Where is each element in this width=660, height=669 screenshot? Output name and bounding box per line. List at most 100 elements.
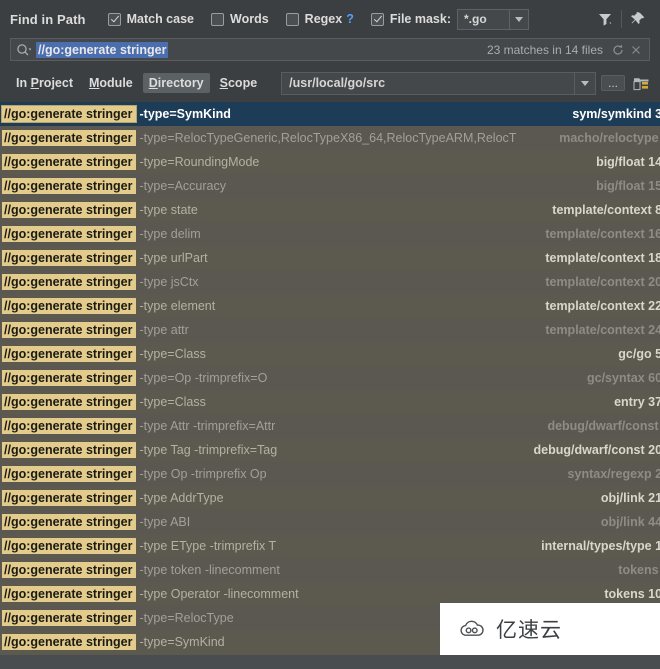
table-row[interactable]: //go:generate stringer -type jsCtx templat… [0,270,660,294]
directory-path-value[interactable]: /usr/local/go/src [281,71,574,95]
match-line-text: -type=RoundingMode [139,155,260,169]
table-row[interactable]: //go:generate stringer -type element templ… [0,294,660,318]
table-row[interactable]: //go:generate stringer -type state templat… [0,198,660,222]
match-highlight: //go:generate stringer [2,466,136,482]
table-row[interactable]: //go:generate stringer -type=RoundingMode… [0,150,660,174]
table-row[interactable]: //go:generate stringer -type=Op -trimpref… [0,366,660,390]
match-line-text: -type=RelocTypeGeneric,RelocTypeX86_64,R… [139,131,517,145]
folder-tree-icon [633,77,648,90]
table-row[interactable]: //go:generate stringer -type ABI obj/link … [0,510,660,534]
file-mask-value[interactable]: *.go [456,8,509,30]
table-row[interactable]: //go:generate stringer -type Tag -trimpre… [0,438,660,462]
match-line-text: -type Tag -trimprefix=Tag [139,443,278,457]
table-row[interactable]: //go:generate stringer -type token -linec… [0,558,660,582]
match-highlight: //go:generate stringer [2,610,136,626]
table-row[interactable]: //go:generate stringer -type delim templat… [0,222,660,246]
match-location: template/context 84 [552,203,660,217]
words-label: Words [230,12,269,26]
checkbox-icon [211,12,224,26]
close-icon [632,45,640,54]
chevron-down-icon [514,16,523,22]
project-tree-button[interactable] [630,76,652,91]
match-highlight: //go:generate stringer [2,634,136,650]
match-highlight: //go:generate stringer [2,226,136,242]
match-location: gc/syntax 606 [587,371,660,385]
results-list[interactable]: //go:generate stringer -type=SymKind sym/s… [0,102,660,655]
table-row[interactable]: //go:generate stringer -type attr template… [0,318,660,342]
match-location: macho/reloctype 7 [559,131,660,145]
rerun-search-button[interactable] [609,43,627,57]
match-highlight: //go:generate stringer [2,394,136,410]
file-mask-combobox[interactable]: *.go [456,8,529,30]
match-highlight: //go:generate stringer [2,562,136,578]
search-icon [17,43,31,55]
match-count-label: 23 matches in 14 files [486,42,603,57]
match-line-text: -type=Accuracy [139,179,227,193]
table-row[interactable]: //go:generate stringer -type Attr -trimpr… [0,414,660,438]
match-line-text: -type Op -trimprefix Op [139,467,267,481]
filter-button[interactable] [593,7,617,31]
scope-tab-scope[interactable]: Scope [214,73,264,93]
match-highlight: //go:generate stringer [2,274,136,290]
file-mask-checkbox[interactable]: File mask: [370,12,451,26]
close-button[interactable] [627,44,645,56]
bottom-strip [0,655,660,669]
file-mask-dropdown-button[interactable] [508,8,529,30]
scope-tab-directory[interactable]: Directory [142,73,210,93]
search-icon-button[interactable] [16,43,31,57]
toolbar: Find in Path Match case Words Regex ? Fi… [0,0,660,38]
search-row: //go:generate stringer 23 matches in 14 … [0,38,660,68]
match-line-text: -type Operator -linecomment [139,587,299,601]
table-row[interactable]: //go:generate stringer -type=Accuracy big/… [0,174,660,198]
rerun-icon [613,44,623,55]
match-highlight: //go:generate stringer [2,250,136,266]
match-highlight: //go:generate stringer [2,202,136,218]
toolbar-divider [621,10,622,28]
match-line-text: -type=Class [139,395,206,409]
match-location: internal/types/type 18 [541,539,660,553]
match-line-text: -type=Op -trimprefix=O [139,371,268,385]
search-input-value[interactable]: //go:generate stringer [36,41,168,58]
checkbox-icon [285,12,299,26]
match-highlight: //go:generate stringer [2,322,136,338]
directory-path-dropdown-button[interactable] [574,71,596,95]
regex-checkbox[interactable]: Regex ? [285,12,354,26]
filter-icon [599,14,612,26]
match-location: tokens 9 [618,563,660,577]
table-row[interactable]: //go:generate stringer -type urlPart templ… [0,246,660,270]
match-highlight: //go:generate stringer [2,418,136,434]
match-line-text: -type Attr -trimprefix=Attr [139,419,276,433]
find-in-path-window: Find in Path Match case Words Regex ? Fi… [0,0,660,669]
match-location: sym/symkind 39 [572,107,660,121]
search-input[interactable]: //go:generate stringer 23 matches in 14 … [10,38,650,61]
regex-label: Regex [304,12,343,26]
match-highlight: //go:generate stringer [2,442,136,458]
table-row[interactable]: //go:generate stringer -type Op -trimpref… [0,462,660,486]
table-row[interactable]: //go:generate stringer -type=Class gc/go 5… [0,342,660,366]
scope-tab-module[interactable]: Module [83,73,139,93]
match-highlight: //go:generate stringer [2,298,136,314]
directory-path-combobox[interactable]: /usr/local/go/src [281,71,596,95]
table-row[interactable]: //go:generate stringer -type EType -trimp… [0,534,660,558]
checkbox-icon [370,12,384,26]
match-line-text: -type=Class [139,347,206,361]
match-location: big/float 157 [596,179,660,193]
match-highlight: //go:generate stringer [2,178,136,194]
match-location: template/context 241 [545,323,660,337]
match-highlight: //go:generate stringer [2,130,136,146]
pin-button[interactable] [626,7,650,31]
match-line-text: -type ABI [139,515,191,529]
table-row[interactable]: //go:generate stringer -type=RelocTypeGen… [0,126,660,150]
regex-help-icon[interactable]: ? [346,12,354,26]
table-row[interactable]: //go:generate stringer -type=SymKind sym/s… [0,102,660,126]
match-case-checkbox[interactable]: Match case [107,12,194,26]
match-highlight: //go:generate stringer [2,514,136,530]
words-checkbox[interactable]: Words [211,12,269,26]
scope-tab-in-project[interactable]: In Project [10,73,79,93]
match-location: template/context 225 [545,299,660,313]
table-row[interactable]: //go:generate stringer -type=Class entry 3… [0,390,660,414]
table-row[interactable]: //go:generate stringer -type AddrType obj/… [0,486,660,510]
file-mask-label: File mask: [389,12,451,26]
browse-directory-button[interactable]: ... [601,75,625,91]
watermark-text: 亿速云 [496,618,562,642]
